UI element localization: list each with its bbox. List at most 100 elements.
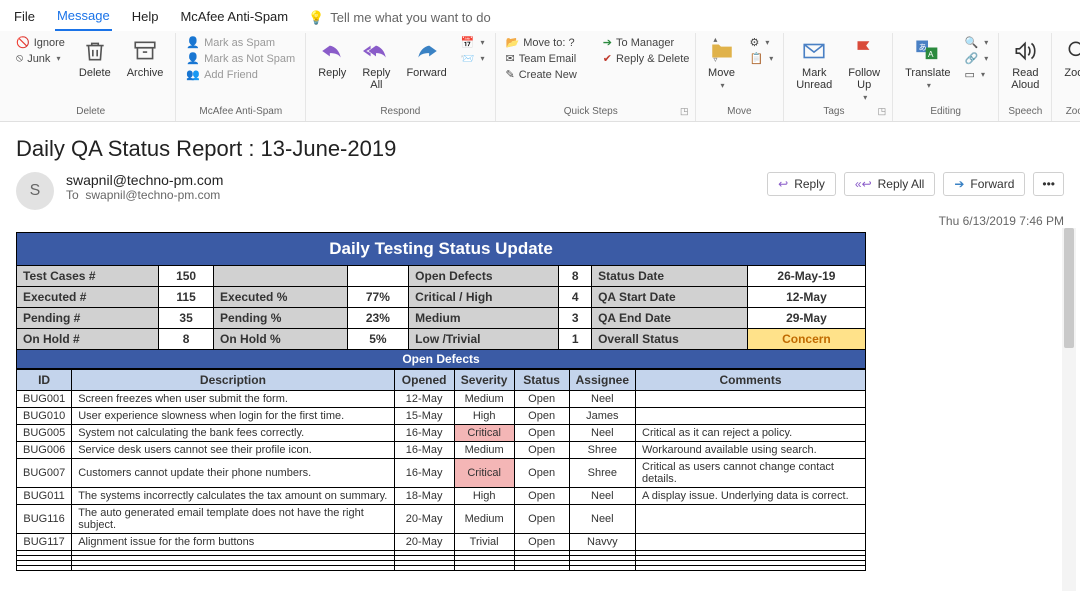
- zoom-button[interactable]: Zoom: [1058, 35, 1080, 81]
- ignore-icon: 🚫: [16, 36, 30, 49]
- table-cell: Open: [514, 534, 569, 551]
- cell-label: QA Start Date: [592, 287, 748, 308]
- header-reply-all-button[interactable]: «↩Reply All: [844, 172, 935, 196]
- header-forward-button[interactable]: ➔Forward: [943, 172, 1025, 196]
- mark-not-spam-button[interactable]: 👤Mark as Not Spam: [182, 51, 299, 66]
- read-aloud-icon: [1011, 37, 1039, 65]
- table-cell: James: [569, 408, 635, 425]
- archive-button[interactable]: Archive: [121, 35, 170, 81]
- dialog-launcher-icon[interactable]: ◳: [680, 106, 689, 117]
- cell-label: Overall Status: [592, 329, 748, 350]
- related-button[interactable]: 🔗▾: [961, 51, 993, 66]
- tab-message[interactable]: Message: [55, 4, 112, 31]
- table-cell: [636, 408, 866, 425]
- table-cell: Critical: [454, 425, 514, 442]
- table-cell: Shree: [569, 459, 635, 488]
- chevron-down-icon: ▾: [480, 54, 484, 63]
- cell-label: [214, 266, 348, 287]
- tab-file[interactable]: File: [12, 5, 37, 30]
- tab-help[interactable]: Help: [130, 5, 161, 30]
- table-cell: BUG011: [17, 488, 72, 505]
- overall-status-value: Concern: [747, 329, 865, 350]
- group-zoom: Zoom Zoom: [1052, 33, 1080, 121]
- table-cell: [636, 505, 866, 534]
- table-cell: User experience slowness when login for …: [72, 408, 394, 425]
- cell-value: 150: [159, 266, 214, 287]
- cell-value: 115: [159, 287, 214, 308]
- mark-spam-button[interactable]: 👤Mark as Spam: [182, 35, 299, 50]
- flag-icon: [850, 37, 878, 65]
- add-friend-label: Add Friend: [204, 69, 258, 81]
- add-friend-button[interactable]: 👥Add Friend: [182, 67, 299, 82]
- forward-button[interactable]: Forward: [400, 35, 452, 81]
- table-cell: 16-May: [394, 459, 454, 488]
- group-respond: Reply Reply All Forward 📅▾ 📨▾ Respond: [306, 33, 495, 121]
- move-button[interactable]: Move ▾: [702, 35, 742, 92]
- rules-icon: ⚙: [750, 36, 760, 49]
- translate-button[interactable]: あA Translate ▾: [899, 35, 956, 92]
- meeting-button[interactable]: 📅▾: [457, 35, 489, 50]
- table-row: BUG005System not calculating the bank fe…: [17, 425, 866, 442]
- table-cell: BUG117: [17, 534, 72, 551]
- table-cell: System not calculating the bank fees cor…: [72, 425, 394, 442]
- chevron-down-icon: ▾: [769, 54, 773, 63]
- table-row: BUG010User experience slowness when logi…: [17, 408, 866, 425]
- delete-button[interactable]: Delete: [73, 35, 117, 81]
- table-cell: Critical as it can reject a policy.: [636, 425, 866, 442]
- table-cell: Medium: [454, 442, 514, 459]
- createnew-label: Create New: [519, 69, 577, 81]
- find-button[interactable]: 🔍▾: [961, 35, 993, 50]
- cell-label: Pending %: [214, 308, 348, 329]
- header-more-button[interactable]: •••: [1033, 172, 1064, 196]
- scrollbar-thumb[interactable]: [1064, 228, 1074, 348]
- follow-up-label: Follow Up: [848, 67, 880, 91]
- table-cell: Open: [514, 505, 569, 534]
- table-row: BUG116The auto generated email template …: [17, 505, 866, 534]
- header-reply-button[interactable]: ↩Reply: [767, 172, 836, 196]
- replydelete-button[interactable]: ✔Reply & Delete: [599, 51, 694, 66]
- reply-button[interactable]: Reply: [312, 35, 352, 81]
- avatar: S: [16, 172, 54, 210]
- status-summary-table: Daily Testing Status Update Test Cases #…: [16, 232, 866, 369]
- table-cell: BUG010: [17, 408, 72, 425]
- cell-label: Test Cases #: [17, 266, 159, 287]
- more-respond-button[interactable]: 📨▾: [457, 51, 489, 66]
- group-zoom-title: Zoom: [1058, 104, 1080, 119]
- select-button[interactable]: ▭▾: [961, 67, 993, 82]
- cell-value: 8: [559, 266, 592, 287]
- col-id: ID: [17, 370, 72, 391]
- follow-up-button[interactable]: Follow Up ▾: [842, 35, 886, 104]
- dialog-launcher-icon[interactable]: ◳: [878, 106, 887, 117]
- table-cell: BUG006: [17, 442, 72, 459]
- table-cell: Medium: [454, 391, 514, 408]
- reply-all-icon: [362, 37, 390, 65]
- actions-button[interactable]: 📋▾: [746, 51, 778, 66]
- rules-button[interactable]: ⚙▾: [746, 35, 778, 50]
- group-editing-title: Editing: [899, 104, 992, 119]
- table-cell: [514, 566, 569, 571]
- reply-all-button[interactable]: Reply All: [356, 35, 396, 93]
- header-actions: ↩Reply «↩Reply All ➔Forward •••: [767, 172, 1064, 196]
- tab-mcafee[interactable]: McAfee Anti-Spam: [178, 5, 290, 30]
- table-cell: 16-May: [394, 442, 454, 459]
- tomanager-button[interactable]: ➔To Manager: [599, 35, 694, 50]
- chevron-down-icon: ▾: [56, 54, 60, 63]
- moveto-button[interactable]: 📂Move to: ?: [502, 35, 581, 50]
- more-icon: 📨: [461, 52, 475, 65]
- reply-all-icon: «↩: [855, 177, 872, 191]
- mark-unread-button[interactable]: Mark Unread: [790, 35, 838, 93]
- table-cell: [454, 566, 514, 571]
- junk-button[interactable]: ⦸ Junk▾: [12, 51, 69, 66]
- tell-me-search[interactable]: 💡 Tell me what you want to do: [308, 10, 491, 26]
- createnew-button[interactable]: ✎Create New: [502, 67, 581, 82]
- group-quicksteps-title: Quick Steps: [502, 104, 680, 119]
- table-cell: Neel: [569, 425, 635, 442]
- teamemail-button[interactable]: ✉Team Email: [502, 51, 581, 66]
- cell-label: On Hold #: [17, 329, 159, 350]
- table-cell: 20-May: [394, 534, 454, 551]
- vertical-scrollbar[interactable]: [1062, 228, 1076, 591]
- table-cell: Open: [514, 488, 569, 505]
- ignore-button[interactable]: 🚫 Ignore: [12, 35, 69, 50]
- cell-value: 26-May-19: [747, 266, 865, 287]
- read-aloud-button[interactable]: Read Aloud: [1005, 35, 1045, 93]
